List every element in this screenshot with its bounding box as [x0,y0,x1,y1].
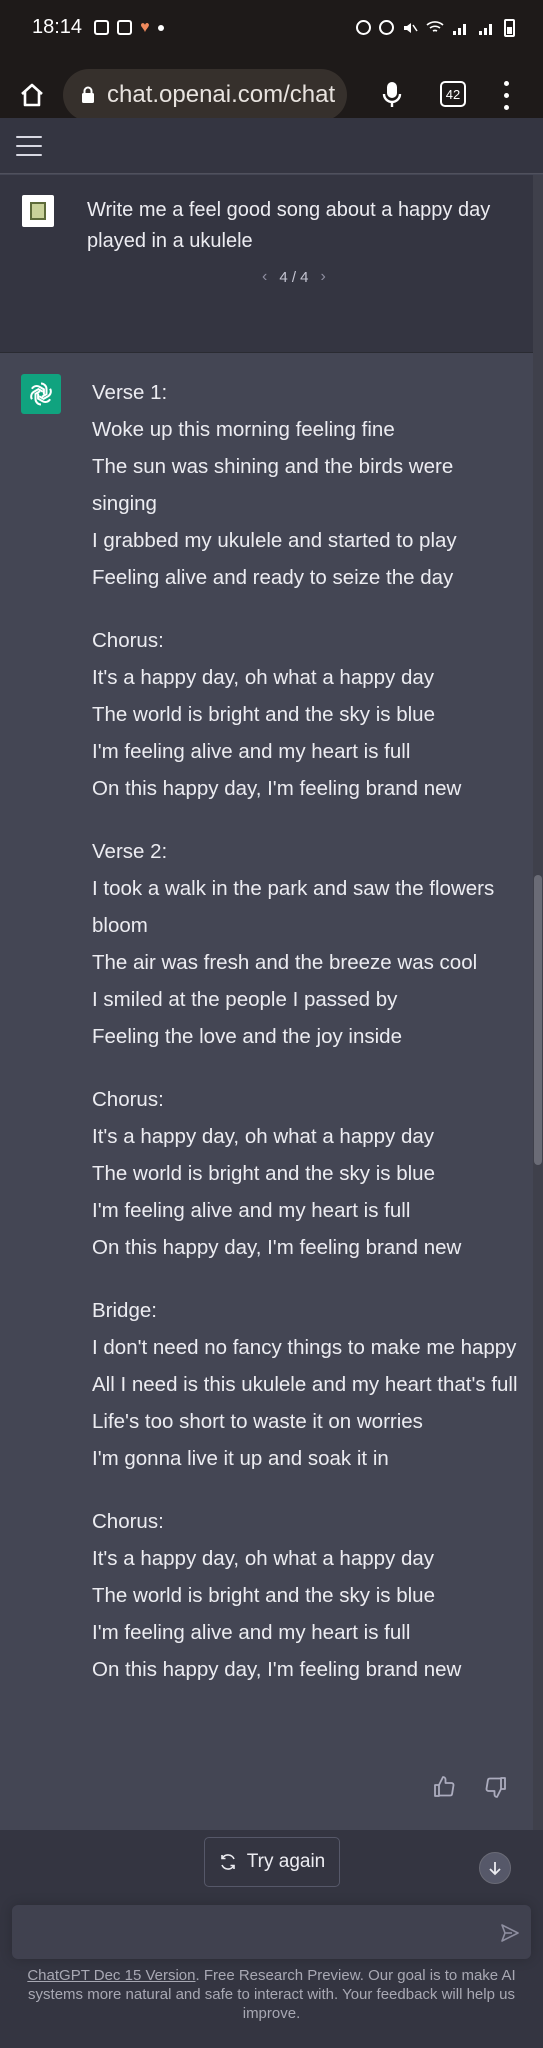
thumbs-up-icon [434,1776,455,1797]
lyric-line: The world is bright and the sky is blue [92,1162,435,1185]
conversation-scrollbar[interactable] [533,175,543,1830]
lyric-line: I'm feeling alive and my heart is full [92,1621,411,1644]
voice-search-button[interactable] [372,75,412,115]
lyric-line: Chorus: [92,629,164,652]
screenshot-notification-icon [117,20,133,35]
user-message: Write me a feel good song about a happy … [0,175,543,353]
scrollbar-thumb[interactable] [534,875,542,1165]
thumbs-down-button[interactable] [482,1773,510,1801]
lyric-line: I'm feeling alive and my heart is full [92,740,411,763]
lyric-line: All I need is this ukulele and my heart … [92,1373,518,1396]
alarm-icon [379,20,394,35]
lyric-line: Woke up this morning feeling fine [92,418,395,441]
user-avatar-image [30,202,46,220]
lyric-line: Chorus: [92,1088,164,1111]
lyric-line: Feeling the love and the joy inside [92,1025,402,1048]
lyric-line: On this happy day, I'm feeling brand new [92,1658,462,1681]
stanza-chorus-1: Chorus: It's a happy day, oh what a happ… [92,622,522,807]
openai-logo-icon [21,374,61,414]
lyric-line: I'm feeling alive and my heart is full [92,1199,411,1222]
battery-icon [504,18,515,37]
stanza-verse-1: Verse 1: Woke up this morning feeling fi… [92,374,522,596]
lyric-line: I don't need no fancy things to make me … [92,1336,517,1359]
stanza-bridge: Bridge: I don't need no fancy things to … [92,1292,522,1477]
lyric-line: Life's too short to waste it on worries [92,1410,423,1433]
lock-icon [82,86,94,103]
lyric-line: Chorus: [92,1510,164,1533]
openai-logo-svg [30,382,52,406]
lyric-line: The sun was shining and the birds were s… [92,455,454,515]
stanza-chorus-2: Chorus: It's a happy day, oh what a happ… [92,1081,522,1266]
health-heart-icon: ♥ [140,18,150,36]
chevron-right-icon[interactable]: › [321,268,326,286]
signal-icon [453,23,466,35]
arrow-down-icon [489,1862,501,1876]
footer-disclaimer: ChatGPT Dec 15 Version. Free Research Pr… [14,1966,529,2023]
refresh-icon [220,1854,235,1870]
more-notifications-icon [157,24,164,31]
more-vert-dot [503,104,509,110]
lyric-line: It's a happy day, oh what a happy day [92,1125,435,1148]
lyric-line: I grabbed my ukulele and started to play [92,529,457,552]
system-icons [356,18,515,37]
lyric-line: The world is bright and the sky is blue [92,1584,435,1607]
scroll-to-bottom-button[interactable] [479,1852,511,1884]
lyric-line: It's a happy day, oh what a happy day [92,666,435,689]
tab-count: 42 [445,86,461,102]
message-input[interactable] [12,1905,531,1959]
app-status-icon [356,20,371,35]
try-again-label: Try again [246,1851,326,1872]
song-lyrics: Verse 1: Woke up this morning feeling fi… [92,374,522,1714]
try-again-button[interactable]: Try again [204,1837,340,1887]
chevron-left-icon[interactable]: ‹ [262,268,267,286]
user-avatar [22,195,54,227]
lyric-line: On this happy day, I'm feeling brand new [92,777,462,800]
lyric-line: Feeling alive and ready to seize the day [92,566,454,589]
send-button[interactable] [497,1920,523,1946]
home-icon [21,83,43,107]
status-bar: 18:14 ♥ [0,0,543,55]
more-vert-dot [503,92,509,98]
thumbs-up-button[interactable] [430,1773,458,1801]
app-header [0,118,543,174]
url-text: chat.openai.com/chat [107,81,336,108]
hamburger-icon[interactable] [16,135,42,156]
version-link[interactable]: ChatGPT Dec 15 Version [27,1967,195,1984]
response-pager: ‹ 4 / 4 › [262,268,326,286]
composer-area: Try again ChatGPT Dec 15 Version. Free R… [0,1830,543,2048]
assistant-message: Verse 1: Woke up this morning feeling fi… [0,353,543,1830]
address-bar[interactable]: chat.openai.com/chat [63,69,347,121]
signal-2-icon [479,23,492,35]
stanza-verse-2: Verse 2: I took a walk in the park and s… [92,833,522,1055]
lyric-line: On this happy day, I'm feeling brand new [92,1236,462,1259]
mic-icon [382,82,402,107]
thumbs-down-icon [485,1777,506,1798]
mute-icon [404,22,418,33]
lyric-line: Verse 2: [92,840,168,863]
lyric-line: It's a happy day, oh what a happy day [92,1547,435,1570]
user-message-text: Write me a feel good song about a happy … [87,199,491,252]
send-icon [501,1924,519,1942]
pager-text: 4 / 4 [279,268,309,286]
wifi-icon [426,20,444,32]
lyric-line: I smiled at the people I passed by [92,988,398,1011]
tabs-button[interactable]: 42 [440,81,466,107]
notification-icons: ♥ [94,19,164,37]
more-vert-icon [503,80,509,86]
lyric-line: The world is bright and the sky is blue [92,703,435,726]
stanza-chorus-3: Chorus: It's a happy day, oh what a happ… [92,1503,522,1688]
lyric-line: Bridge: [92,1299,157,1322]
image-notification-icon [94,20,110,35]
status-time: 18:14 [32,16,83,38]
lyric-line: The air was fresh and the breeze was coo… [92,951,478,974]
browser-menu-button[interactable] [494,77,518,113]
lyric-line: Verse 1: [92,381,168,404]
lyric-line: I took a walk in the park and saw the fl… [92,877,495,937]
lyric-line: I'm gonna live it up and soak it in [92,1447,389,1470]
